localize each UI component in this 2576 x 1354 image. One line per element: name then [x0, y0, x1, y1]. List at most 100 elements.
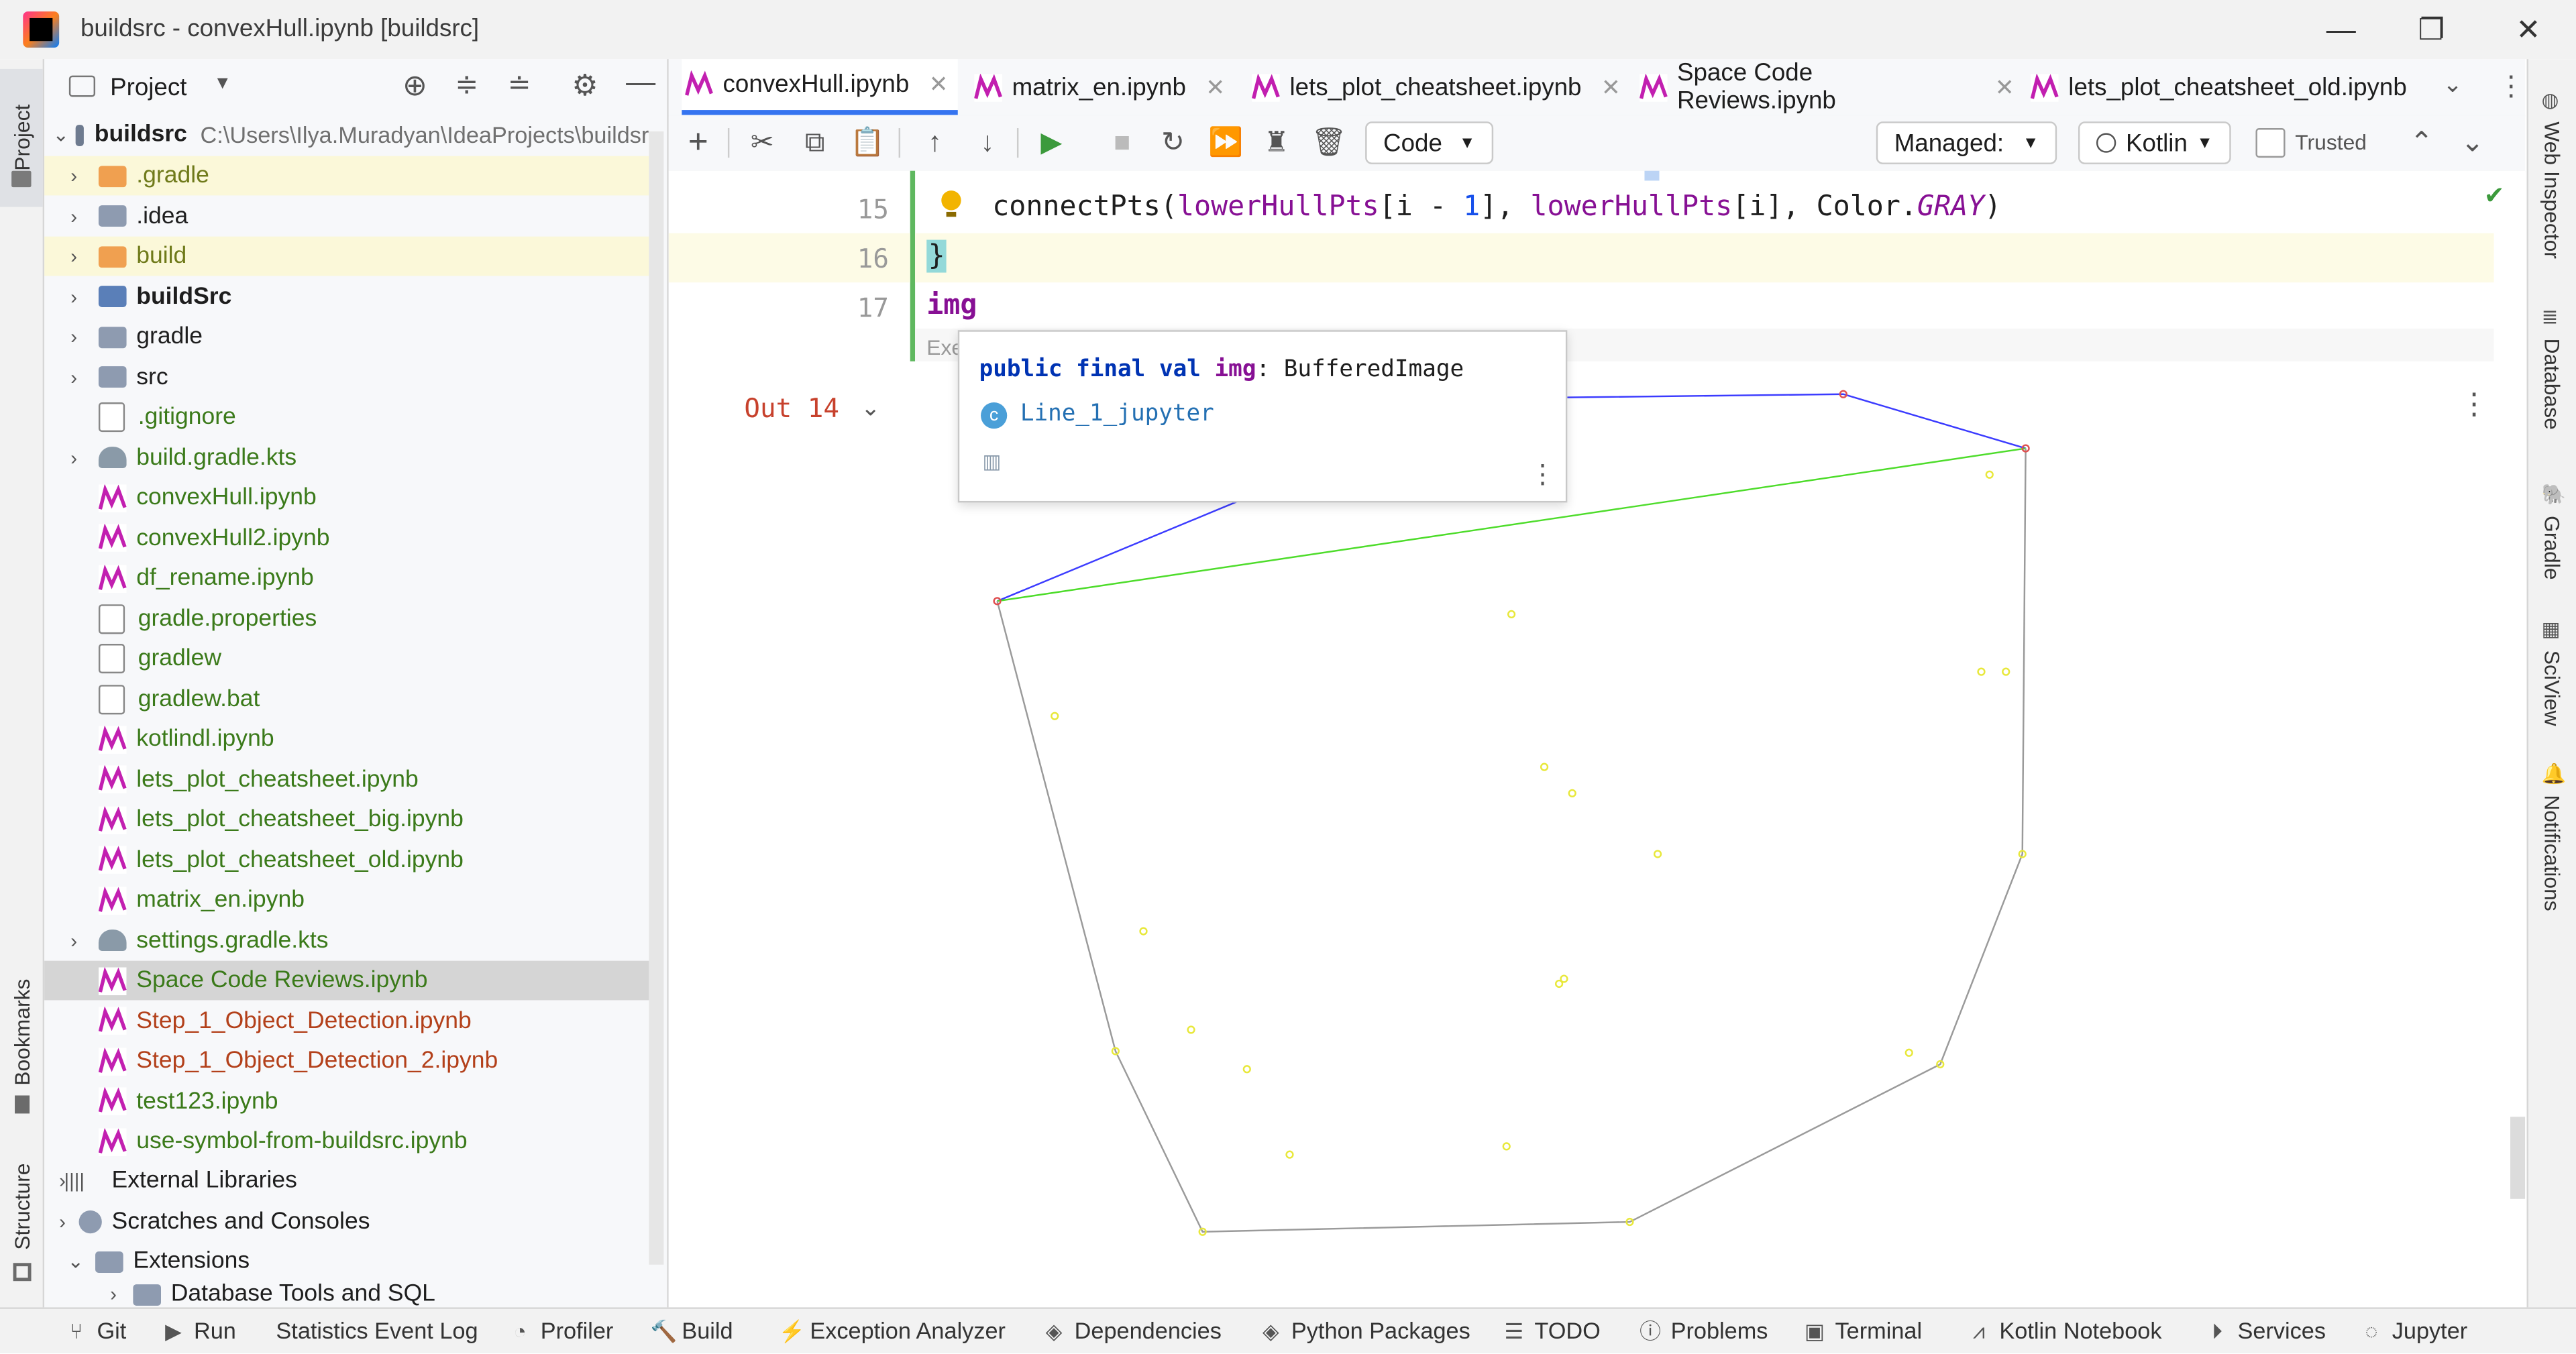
tool-button-exception-analyzer[interactable]: ⚡ Exception Analyzer — [779, 1317, 1006, 1343]
tree-item[interactable]: Space Code Reviews.ipynb — [44, 960, 649, 1001]
tabs-more-icon[interactable]: ⋮ — [2497, 70, 2525, 103]
minimize-button[interactable]: — — [2321, 10, 2361, 50]
output-more-icon[interactable]: ⋮ — [2459, 388, 2489, 422]
kernel-dropdown[interactable]: Kotlin ▼ — [2078, 121, 2231, 164]
popup-more-icon[interactable]: ⋮ — [1529, 458, 1556, 491]
tab-lets-plot-cheatsheet-ipynb[interactable]: lets_plot_cheatsheet.ipynb ✕ — [1248, 59, 1623, 115]
tree-item[interactable]: Step_1_Object_Detection.ipynb — [44, 1001, 649, 1041]
chevron-right-icon[interactable]: › — [64, 285, 84, 308]
collapse-all-icon[interactable]: ≐ — [508, 69, 531, 102]
tool-button-run[interactable]: ▶ Run — [162, 1317, 236, 1343]
restore-button[interactable]: ❐ — [2412, 10, 2451, 50]
trusted-checkbox[interactable] — [2255, 128, 2286, 158]
tree-item-external-libraries[interactable]: › |||| External Libraries — [44, 1161, 649, 1200]
code-line-17[interactable]: img — [926, 289, 977, 322]
chevron-right-icon[interactable]: › — [103, 1283, 123, 1306]
copy-icon[interactable]: ⧉ — [797, 125, 833, 161]
chevron-right-icon[interactable]: › — [64, 365, 84, 388]
clear-outputs-icon[interactable]: ♜ — [1258, 125, 1295, 161]
tree-item[interactable]: convexHull.ipynb — [44, 478, 649, 518]
chevron-down-icon[interactable]: ⌄ — [52, 123, 69, 146]
tab-space-code-reviews-ipynb[interactable]: Space Code Reviews.ipynb ✕ — [1636, 59, 2014, 115]
inspection-ok-icon[interactable]: ✔ — [2484, 180, 2505, 211]
tabs-overflow-chevron-icon[interactable]: ⌄ — [2443, 70, 2463, 99]
tree-item-extensions[interactable]: ⌄ Extensions — [44, 1241, 649, 1281]
chevron-down-icon[interactable]: ▼ — [213, 74, 231, 93]
chevron-right-icon[interactable]: › — [52, 1210, 72, 1233]
tool-button-git[interactable]: ⑂ Git — [66, 1317, 126, 1343]
chevron-right-icon[interactable]: › — [64, 205, 84, 227]
doc-source-link[interactable]: Line_1_jupyter — [1020, 401, 1214, 427]
tool-button-dependencies[interactable]: ◈ Dependencies — [1043, 1317, 1222, 1343]
close-tab-icon[interactable]: ✕ — [1995, 73, 2015, 101]
tree-item[interactable]: gradle.properties — [44, 599, 649, 638]
tool-button-build[interactable]: 🔨 Build — [651, 1317, 733, 1343]
tool-button-terminal[interactable]: ▣ Terminal — [1804, 1317, 1922, 1343]
expand-all-icon[interactable]: ≑ — [455, 69, 478, 102]
chevron-right-icon[interactable]: › — [64, 929, 84, 952]
tree-item[interactable]: › build — [44, 236, 649, 276]
tool-button-python-packages[interactable]: ◈ Python Packages — [1260, 1317, 1470, 1343]
tree-item[interactable]: Step_1_Object_Detection_2.ipynb — [44, 1041, 649, 1081]
delete-icon[interactable]: 🗑 — [1311, 125, 1347, 161]
editor-scrollbar[interactable] — [2510, 1117, 2526, 1199]
chevron-right-icon[interactable]: › — [64, 446, 84, 469]
tree-item[interactable]: lets_plot_cheatsheet.ipynb — [44, 760, 649, 799]
tool-button-problems[interactable]: ⓘ Problems — [1640, 1317, 1768, 1343]
chevron-right-icon[interactable]: › — [64, 164, 84, 187]
gear-icon[interactable]: ⚙ — [572, 69, 598, 103]
chevron-down-icon[interactable]: ⌄ — [66, 1250, 85, 1273]
restart-icon[interactable]: ↻ — [1155, 125, 1191, 161]
tab-lets-plot-cheatsheet-old-ipynb[interactable]: lets_plot_cheatsheet_old.ipynb — [2027, 59, 2438, 115]
cut-icon[interactable]: ✂ — [744, 125, 780, 161]
stop-icon[interactable]: ■ — [1104, 125, 1140, 161]
chevron-right-icon[interactable]: › — [64, 325, 84, 348]
tool-button-services[interactable]: ⏵ Services — [2206, 1317, 2326, 1343]
paste-icon[interactable]: 📋 — [849, 125, 885, 161]
lightbulb-icon[interactable] — [941, 190, 961, 217]
tree-item[interactable]: › src — [44, 357, 649, 397]
structure-tool-tab[interactable]: Structure — [0, 1151, 43, 1299]
tree-item[interactable]: gradlew.bat — [44, 679, 649, 719]
run-all-icon[interactable]: ⏩ — [1208, 125, 1244, 161]
hide-panel-icon[interactable]: — — [626, 66, 655, 100]
tool-button-profiler[interactable]: ◔ Profiler — [509, 1317, 613, 1343]
project-tool-tab[interactable]: Project — [0, 68, 43, 207]
close-tab-icon[interactable]: ✕ — [929, 70, 949, 99]
collapse-output-icon[interactable]: ⌄ — [861, 394, 880, 422]
tree-item[interactable]: use-symbol-from-buildsrc.ipynb — [44, 1122, 649, 1162]
run-cell-icon[interactable]: ▶ — [1033, 125, 1069, 161]
tool-button-todo[interactable]: ☰ TODO — [1503, 1317, 1600, 1343]
managed-dropdown[interactable]: Managed: ▼ — [1876, 121, 2057, 164]
move-down-icon[interactable]: ↓ — [969, 125, 1006, 161]
tree-item[interactable]: df_rename.ipynb — [44, 559, 649, 598]
next-cell-icon[interactable]: ⌄ — [2455, 125, 2491, 161]
tree-item[interactable]: test123.ipynb — [44, 1082, 649, 1121]
tree-item-db-tools[interactable]: › Database Tools and SQL — [44, 1281, 649, 1307]
project-scrollbar[interactable] — [649, 131, 664, 1265]
tree-item[interactable]: matrix_en.ipynb — [44, 881, 649, 920]
code-line-16[interactable]: } — [926, 239, 947, 273]
move-up-icon[interactable]: ↑ — [917, 125, 953, 161]
tree-item[interactable]: › .gradle — [44, 156, 649, 196]
project-view-title[interactable]: Project — [110, 74, 186, 102]
prev-cell-icon[interactable]: ⌃ — [2404, 125, 2440, 161]
tree-item[interactable]: lets_plot_cheatsheet_old.ipynb — [44, 840, 649, 880]
tool-button-kotlin-notebook[interactable]: ⩘ Kotlin Notebook — [1968, 1317, 2162, 1343]
tree-item[interactable]: › build.gradle.kts — [44, 438, 649, 477]
cell-type-dropdown[interactable]: Code ▼ — [1365, 121, 1494, 164]
tree-item[interactable]: lets_plot_cheatsheet_big.ipynb — [44, 800, 649, 840]
tab-matrix-en-ipynb[interactable]: matrix_en.ipynb ✕ — [971, 59, 1234, 115]
locate-icon[interactable]: ⊕ — [402, 69, 427, 103]
tree-root-buildsrc[interactable]: ⌄ buildsrc C:\Users\Ilya.Muradyan\IdeaPr… — [44, 115, 649, 154]
tree-item[interactable]: › buildSrc — [44, 277, 649, 317]
tree-item[interactable]: kotlindl.ipynb — [44, 720, 649, 759]
tab-convexhull-ipynb[interactable]: convexHull.ipynb ✕ — [682, 59, 958, 115]
close-tab-icon[interactable]: ✕ — [1601, 73, 1621, 101]
tree-item[interactable]: › .idea — [44, 196, 649, 236]
tool-tab-database[interactable]: ≣ Database — [2528, 306, 2576, 486]
tree-item[interactable]: gradlew — [44, 639, 649, 679]
add-cell-icon[interactable]: + — [680, 124, 716, 161]
chevron-right-icon[interactable]: › — [64, 245, 84, 268]
tree-item[interactable]: .gitignore — [44, 398, 649, 437]
